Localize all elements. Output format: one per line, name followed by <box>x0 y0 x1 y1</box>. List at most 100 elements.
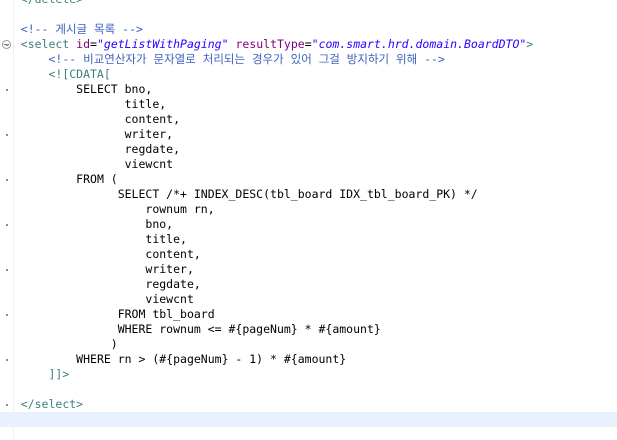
code-line[interactable] <box>0 412 617 427</box>
gutter-marker <box>6 404 8 406</box>
code-token: SELECT bno, <box>76 82 153 96</box>
code-line[interactable]: writer, <box>0 262 617 277</box>
code-token: "com.smart.hrd.domain.BoardDTO" <box>311 37 527 51</box>
code-token: SELECT /*+ INDEX_DESC(tbl_board IDX_tbl_… <box>117 187 478 201</box>
code-line[interactable]: FROM tbl_board <box>0 307 617 322</box>
code-line[interactable]: content, <box>0 247 617 262</box>
code-token: writer, <box>145 262 194 276</box>
gutter-marker <box>6 134 8 136</box>
code-line[interactable] <box>0 7 617 22</box>
code-line[interactable]: content, <box>0 112 617 127</box>
code-token: writer, <box>124 127 174 141</box>
gutter-marker <box>6 224 8 226</box>
code-line[interactable]: ]]> <box>0 367 617 382</box>
gutter-marker <box>6 269 8 271</box>
code-token: ]]> <box>48 367 70 381</box>
code-line[interactable]: rownum rn, <box>0 202 617 217</box>
gutter-marker <box>6 44 8 46</box>
code-token: title, <box>124 97 167 111</box>
code-token: WHERE rownum <= #{pageNum} * #{amount} <box>117 322 381 336</box>
code-line[interactable]: ) <box>0 337 617 352</box>
code-line[interactable]: viewcnt <box>0 292 617 307</box>
code-token: id <box>76 37 91 51</box>
code-line[interactable]: bno, <box>0 217 617 232</box>
code-line[interactable]: title, <box>0 232 617 247</box>
code-token: resultType <box>235 37 305 51</box>
code-line[interactable]: FROM ( <box>0 172 617 187</box>
code-line[interactable] <box>0 382 617 397</box>
code-line[interactable]: writer, <box>0 127 617 142</box>
gutter-marker <box>6 359 8 361</box>
code-token: FROM ( <box>76 172 118 186</box>
code-token: <![CDATA[ <box>48 67 111 81</box>
code-token: bno, <box>145 217 174 231</box>
code-line[interactable]: regdate, <box>0 277 617 292</box>
code-line[interactable]: WHERE rn > (#{pageNum} - 1) * #{amount} <box>0 352 617 367</box>
code-token: rownum rn, <box>145 202 215 216</box>
code-token: viewcnt <box>124 157 174 171</box>
code-line[interactable]: SELECT bno, <box>0 82 617 97</box>
code-token: <!-- 비교연산자가 문자열로 처리되는 경우가 있어 그걸 방지하기 위해 … <box>48 52 445 66</box>
code-token: "getListWithPaging" <box>96 37 229 51</box>
code-token: content, <box>145 247 201 261</box>
code-token: regdate, <box>124 142 181 156</box>
code-token: ) <box>110 337 118 351</box>
code-line[interactable]: <!-- 게시글 목록 --> <box>0 22 617 37</box>
code-token: <select <box>20 37 77 51</box>
code-token: </delete> <box>21 0 83 6</box>
code-token: > <box>526 37 534 51</box>
code-line[interactable]: SELECT /*+ INDEX_DESC(tbl_board IDX_tbl_… <box>0 187 617 202</box>
code-token: = <box>304 37 312 51</box>
code-token: viewcnt <box>145 292 194 306</box>
gutter-marker <box>6 89 8 91</box>
code-line[interactable]: WHERE rownum <= #{pageNum} * #{amount} <box>0 322 617 337</box>
gutter-marker <box>6 179 8 181</box>
gutter-marker <box>6 314 8 316</box>
code-token: WHERE rn > (#{pageNum} - 1) * #{amount} <box>76 352 347 366</box>
code-token: <!-- 게시글 목록 --> <box>20 22 143 36</box>
code-token: = <box>90 37 97 51</box>
code-token: regdate, <box>145 277 201 291</box>
code-token: FROM tbl_board <box>117 307 215 321</box>
code-token: title, <box>145 232 187 246</box>
code-line[interactable]: regdate, <box>0 142 617 157</box>
code-line[interactable]: </delete> <box>0 0 617 7</box>
code-line[interactable]: title, <box>0 97 617 112</box>
code-line[interactable]: viewcnt <box>0 157 617 172</box>
code-token: content, <box>124 112 181 126</box>
code-line[interactable]: <select id="getListWithPaging" resultTyp… <box>0 37 617 52</box>
code-line[interactable]: </select> <box>0 397 617 412</box>
code-token: </select> <box>20 397 84 411</box>
code-line[interactable]: <!-- 비교연산자가 문자열로 처리되는 경우가 있어 그걸 방지하기 위해 … <box>0 52 617 67</box>
code-line[interactable]: <![CDATA[ <box>0 67 617 82</box>
